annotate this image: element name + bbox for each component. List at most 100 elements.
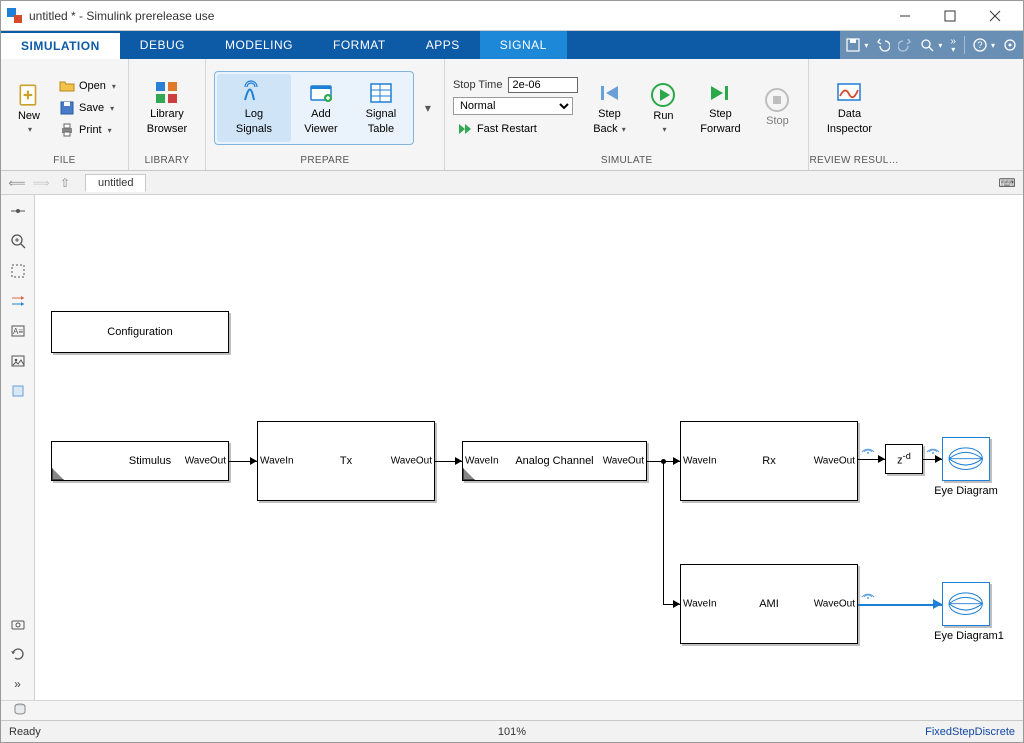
palette-zoom-icon[interactable] [8,231,28,251]
port-analog-in: WaveIn [465,456,499,467]
open-label: Open [79,80,106,92]
tab-strip: SIMULATION DEBUG MODELING FORMAT APPS SI… [1,31,1023,59]
arrowhead-icon [250,457,257,465]
save-label: Save [79,102,104,114]
port-stimulus-out: WaveOut [185,456,226,467]
block-tx[interactable]: WaveIn Tx WaveOut [257,421,435,501]
mask-icon [52,468,64,480]
qa-undo-icon[interactable] [876,38,890,52]
tab-apps[interactable]: APPS [406,31,480,59]
stop-button[interactable]: Stop [754,81,800,134]
block-configuration-name: Configuration [52,326,228,338]
sim-mode-select[interactable]: Normal [453,97,573,115]
group-label-file: FILE [1,153,128,170]
palette-hide-icon[interactable] [8,201,28,221]
breadcrumb[interactable]: untitled [85,174,146,192]
port-ami-out: WaveOut [814,599,855,610]
tab-signal[interactable]: SIGNAL [480,31,567,59]
signal-table-button[interactable]: Signal Table [351,74,411,142]
block-ami[interactable]: WaveIn AMI WaveOut [680,564,858,644]
dock-bar [1,700,1023,720]
status-zoom[interactable]: 101% [498,726,526,738]
palette-annotation-icon[interactable]: A≡ [8,321,28,341]
qa-redo-icon[interactable] [898,38,912,52]
arrowhead-icon [878,455,885,463]
port-ami-in: WaveIn [683,599,717,610]
prepare-overflow[interactable]: ▾ [420,63,436,153]
streaming-badge-icon [861,443,875,453]
stepback-label-2: Back [593,123,617,136]
canvas[interactable]: Configuration Stimulus WaveOut WaveIn Tx… [35,195,1023,700]
step-forward-button[interactable]: Step Forward [692,74,748,142]
tab-format[interactable]: FORMAT [313,31,406,59]
save-button[interactable]: Save ▾ [55,98,120,118]
port-tx-out: WaveOut [391,456,432,467]
keyboard-icon[interactable]: ⌨ [997,176,1017,190]
tab-modeling[interactable]: MODELING [205,31,313,59]
minimize-button[interactable] [882,1,927,31]
wire-ami-eye1[interactable] [858,604,942,606]
port-rx-in: WaveIn [683,456,717,467]
palette-screenshot-icon[interactable] [8,614,28,634]
block-eye-diagram[interactable] [942,437,990,481]
tab-simulation[interactable]: SIMULATION [1,31,120,59]
qa-target-icon[interactable] [1003,38,1017,52]
group-simulate: Stop Time Normal Fast Restart Step Back▾ [445,59,810,170]
block-stimulus[interactable]: Stimulus WaveOut [51,441,229,481]
palette-fit-icon[interactable] [8,261,28,281]
block-analog-channel[interactable]: WaveIn Analog Channel WaveOut [462,441,647,481]
qa-search-icon[interactable]: ▾ [920,38,942,52]
label-eye-diagram-1: Eye Diagram1 [930,630,1008,642]
status-solver[interactable]: FixedStepDiscrete [925,726,1015,738]
port-tx-in: WaveIn [260,456,294,467]
fast-restart-button[interactable]: Fast Restart [453,119,579,139]
stepfwd-label-2: Forward [700,123,740,136]
nav-up-icon[interactable]: ⇧ [55,173,75,193]
palette-reset-icon[interactable] [8,644,28,664]
status-ready: Ready [9,726,41,738]
signaltable-label-2: Table [368,123,394,136]
arrowhead-icon [935,455,942,463]
block-configuration[interactable]: Configuration [51,311,229,353]
block-eye-diagram-1[interactable] [942,582,990,626]
close-button[interactable] [972,1,1017,31]
qa-overflow-icon[interactable]: »▾ [950,38,956,53]
palette-area-icon[interactable] [8,381,28,401]
quick-access-bar: ▾ ▾ »▾ ?▾ [840,31,1023,59]
streaming-badge-icon [861,588,875,598]
block-rx[interactable]: WaveIn Rx WaveOut [680,421,858,501]
maximize-button[interactable] [927,1,972,31]
step-back-button[interactable]: Step Back▾ [584,74,634,142]
run-button[interactable]: Run ▾ [640,76,686,141]
model-data-icon[interactable] [13,702,27,719]
svg-text:A≡: A≡ [12,327,22,336]
group-label-simulate: SIMULATE [445,153,809,170]
qa-save-icon[interactable]: ▾ [846,38,868,52]
block-delay[interactable]: z-d [885,444,923,474]
log-signals-button[interactable]: Log Signals [217,74,291,142]
tab-debug[interactable]: DEBUG [120,31,205,59]
port-analog-out: WaveOut [603,456,644,467]
palette-sample-icon[interactable] [8,291,28,311]
palette-image-icon[interactable] [8,351,28,371]
di-label-2: Inspector [827,123,872,136]
di-label-1: Data [838,108,861,121]
toolstrip: New ▾ Open ▾ Save ▾ Print ▾ [1,59,1023,171]
library-label-2: Browser [147,123,187,136]
open-button[interactable]: Open ▾ [55,76,120,96]
library-browser-button[interactable]: Library Browser [137,74,197,142]
wire-branch-vert [663,461,664,604]
window-title: untitled * - Simulink prerelease use [29,9,214,23]
new-button[interactable]: New ▾ [9,76,49,141]
nav-back-icon[interactable]: ⟸ [7,173,27,193]
qa-help-icon[interactable]: ?▾ [973,38,995,52]
palette-expand-icon[interactable]: » [8,674,28,694]
data-inspector-button[interactable]: Data Inspector [817,74,881,142]
arrowhead-icon [673,600,680,608]
nav-forward-icon[interactable]: ⟹ [31,173,51,193]
group-file: New ▾ Open ▾ Save ▾ Print ▾ [1,59,129,170]
stoptime-input[interactable] [508,77,578,93]
add-viewer-button[interactable]: Add Viewer [291,74,351,142]
app-icon [7,8,23,24]
print-button[interactable]: Print ▾ [55,120,120,140]
